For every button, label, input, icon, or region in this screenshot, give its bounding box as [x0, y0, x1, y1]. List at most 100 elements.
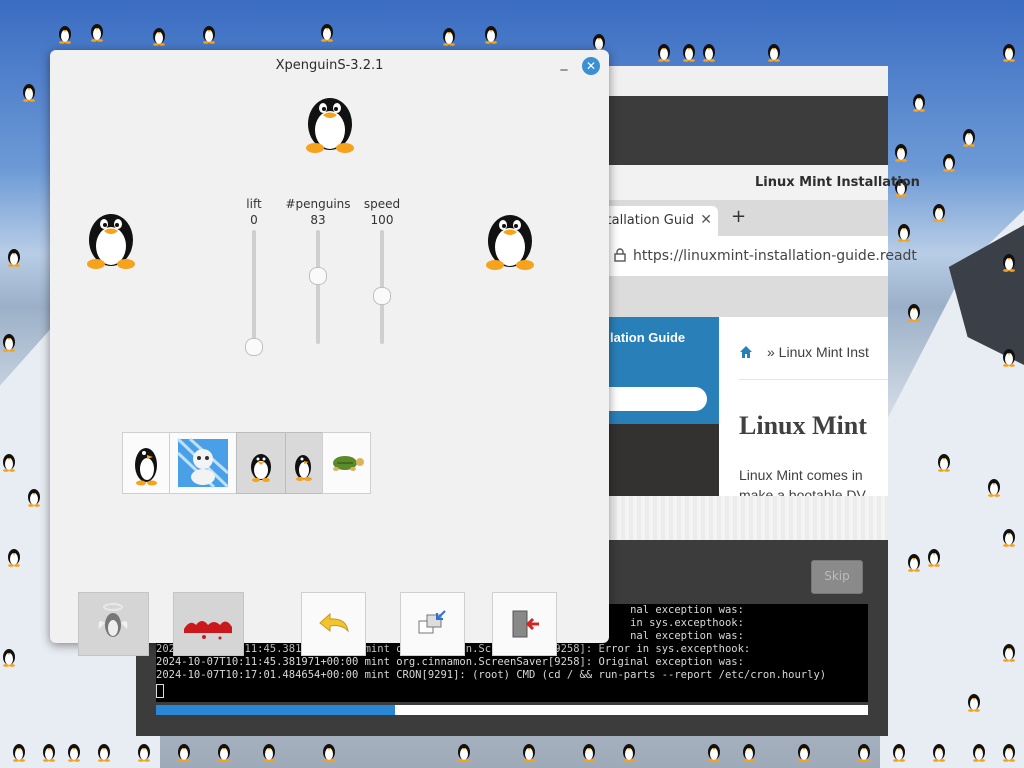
penguin-sprite-icon	[523, 744, 535, 762]
penguin-sprite-icon	[263, 744, 275, 762]
splat-button[interactable]	[173, 592, 244, 656]
penguin-sprite-icon	[59, 26, 71, 44]
quit-button[interactable]	[492, 592, 557, 656]
penguin-sprite-icon	[178, 744, 190, 762]
penguin-sprite-icon	[28, 489, 40, 507]
theme-small-penguins-button[interactable]	[285, 432, 323, 494]
penguin-sprite-icon	[138, 744, 150, 762]
penguin-sprite-icon	[321, 24, 333, 42]
penguin-sprite-icon	[1003, 44, 1015, 62]
new-tab-button[interactable]: +	[731, 206, 746, 227]
theme-classic-penguins-button[interactable]	[236, 432, 286, 494]
penguin-sprite-icon	[968, 694, 980, 712]
penguin-sprite-icon	[703, 44, 715, 62]
speed-value: 100	[370, 213, 394, 227]
browser-window-title: Linux Mint Installation	[755, 175, 920, 190]
penguin-sprite-icon	[218, 744, 230, 762]
penguin-sprite-icon	[908, 304, 920, 322]
minimize-to-tray-button[interactable]	[400, 592, 465, 656]
browser-tab-label: stallation Guid	[599, 213, 694, 228]
close-tab-icon[interactable]: ✕	[700, 212, 712, 228]
penguin-sprite-icon	[798, 744, 810, 762]
lift-label: lift	[246, 197, 262, 211]
penguin-sprite-icon	[898, 224, 910, 242]
penguin-sprite-icon	[683, 44, 695, 62]
install-progress-bar	[156, 705, 868, 715]
home-icon[interactable]	[739, 345, 753, 359]
terminal-line: 2024-10-07T10:17:01.484654+00:00 mint CR…	[156, 669, 827, 681]
penguin-sprite-icon	[3, 454, 15, 472]
lift-slider-handle[interactable]	[245, 338, 263, 356]
big-baby-icon	[176, 437, 230, 489]
penguin-sprite-icon	[928, 549, 940, 567]
url-text: https://linuxmint-installation-guide.rea…	[633, 248, 917, 264]
penguin-sprite-icon	[1003, 349, 1015, 367]
penguin-sprite-icon	[623, 744, 635, 762]
penguin-sprite-icon	[43, 744, 55, 762]
exit-door-icon	[512, 610, 539, 638]
penguin-sprite-icon	[893, 744, 905, 762]
undo-button[interactable]	[301, 592, 366, 656]
docs-search-input[interactable]	[593, 387, 707, 411]
penguin-right-icon	[486, 215, 534, 270]
speed-slider-handle[interactable]	[373, 287, 391, 306]
penguin-sprite-icon	[203, 26, 215, 44]
penguins-value: 83	[310, 213, 326, 227]
penguin-sprite-icon	[3, 649, 15, 667]
penguin-sprite-icon	[858, 744, 870, 762]
penguin-sprite-icon	[485, 26, 497, 44]
install-progress-fill	[156, 705, 395, 715]
lift-value: 0	[250, 213, 258, 227]
penguins-slider[interactable]	[316, 230, 320, 344]
undo-arrow-icon	[319, 612, 349, 633]
penguin-sprite-icon	[908, 554, 920, 572]
skip-button[interactable]: Skip	[811, 560, 863, 594]
angel-button[interactable]	[78, 592, 149, 656]
penguin-sprite-icon	[23, 84, 35, 102]
penguin-sprite-icon	[583, 744, 595, 762]
theme-penguins-button[interactable]	[122, 432, 170, 494]
penguin-sprite-icon	[768, 44, 780, 62]
breadcrumb[interactable]: » Linux Mint Inst	[767, 344, 869, 360]
penguin-icon	[251, 454, 271, 482]
penguin-sprite-icon	[963, 129, 975, 147]
penguin-sprite-icon	[1003, 529, 1015, 547]
penguin-sprite-icon	[708, 744, 720, 762]
close-button[interactable]: ✕	[582, 57, 600, 75]
theme-big-baby-button[interactable]	[169, 432, 237, 494]
divider	[739, 379, 888, 380]
xpenguins-window: XpenguinS-3.2.1 _ ✕ lift 0 #penguins 83 …	[50, 50, 609, 656]
penguin-sprite-icon	[1003, 254, 1015, 272]
penguin-sprite-icon	[443, 28, 455, 46]
page-heading: Linux Mint	[739, 411, 867, 440]
penguin-sprite-icon	[913, 94, 925, 112]
penguin-sprite-icon	[973, 744, 985, 762]
penguin-sprite-icon	[3, 334, 15, 352]
window-title: XpenguinS-3.2.1	[275, 58, 384, 73]
penguin-sprite-icon	[458, 744, 470, 762]
lift-slider[interactable]	[252, 230, 256, 340]
speed-label: speed	[363, 197, 401, 211]
theme-turtles-button[interactable]	[322, 432, 371, 494]
penguin-logo-icon	[306, 98, 354, 153]
penguin-sprite-icon	[895, 144, 907, 162]
penguin-sprite-icon	[943, 154, 955, 172]
penguin-sprite-icon	[658, 44, 670, 62]
skip-button-label: Skip	[824, 569, 850, 583]
body-text: Linux Mint comes in make a bootable DV	[739, 465, 866, 497]
angel-penguin-icon	[98, 603, 128, 637]
penguin-sprite-icon	[933, 204, 945, 222]
penguin-sprite-icon	[91, 24, 103, 42]
penguins-label: #penguins	[285, 197, 351, 211]
penguin-sprite-icon	[933, 744, 945, 762]
penguin-sprite-icon	[8, 249, 20, 267]
penguin-left-icon	[87, 214, 135, 269]
penguins-slider-handle[interactable]	[309, 266, 327, 285]
penguin-sprite-icon	[98, 744, 110, 762]
penguin-sprite-icon	[743, 744, 755, 762]
lock-icon	[614, 248, 626, 262]
minimize-button[interactable]: _	[556, 56, 572, 72]
penguin-icon	[295, 455, 312, 481]
docs-sidebar-title[interactable]: lation Guide	[610, 330, 685, 345]
penguin-sprite-icon	[153, 28, 165, 46]
